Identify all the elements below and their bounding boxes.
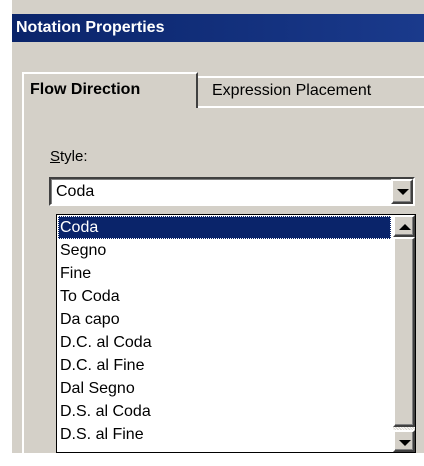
tab-expression-placement[interactable]: Expression Placement <box>196 76 424 106</box>
arrow-up-icon <box>399 224 411 230</box>
style-dropdown-list[interactable]: Coda Segno Fine To Coda Da capo D.C. al Coda D… <box>56 214 416 453</box>
style-dropdown-button[interactable] <box>391 179 413 204</box>
list-item-dal-segno[interactable]: Dal Segno <box>58 377 391 400</box>
list-item-to-coda[interactable]: To Coda <box>58 285 391 308</box>
tab-label: Flow Direction <box>30 81 141 98</box>
list-item-segno[interactable]: Segno <box>58 239 391 262</box>
list-item-d-s-al-coda[interactable]: D.S. al Coda <box>58 400 391 423</box>
style-label: Style: <box>50 148 88 166</box>
style-combobox-value: Coda <box>56 183 95 200</box>
vertical-scrollbar[interactable] <box>393 215 415 452</box>
tab-label: Expression Placement <box>212 82 372 99</box>
style-combobox[interactable]: Coda <box>49 177 415 206</box>
scroll-down-button[interactable] <box>393 430 415 452</box>
list-item-d-s-al-fine[interactable]: D.S. al Fine <box>58 423 391 446</box>
window-title: Notation Properties <box>16 19 165 36</box>
scroll-thumb[interactable] <box>393 237 415 427</box>
tab-flow-direction[interactable]: Flow Direction <box>22 72 198 108</box>
arrow-down-icon <box>399 440 411 446</box>
list-item-coda[interactable]: Coda <box>58 216 391 239</box>
chevron-down-icon <box>397 189 409 195</box>
option-list: Coda Segno Fine To Coda Da capo D.C. al Coda D… <box>58 216 391 446</box>
list-item-fine[interactable]: Fine <box>58 262 391 285</box>
list-item-d-c-al-coda[interactable]: D.C. al Coda <box>58 331 391 354</box>
style-label-text: tyle: <box>60 148 88 165</box>
scroll-up-button[interactable] <box>393 215 415 237</box>
list-item-d-c-al-fine[interactable]: D.C. al Fine <box>58 354 391 377</box>
list-item-da-capo[interactable]: Da capo <box>58 308 391 331</box>
title-bar[interactable]: Notation Properties <box>12 14 424 42</box>
style-label-mnemonic: S <box>50 148 61 165</box>
